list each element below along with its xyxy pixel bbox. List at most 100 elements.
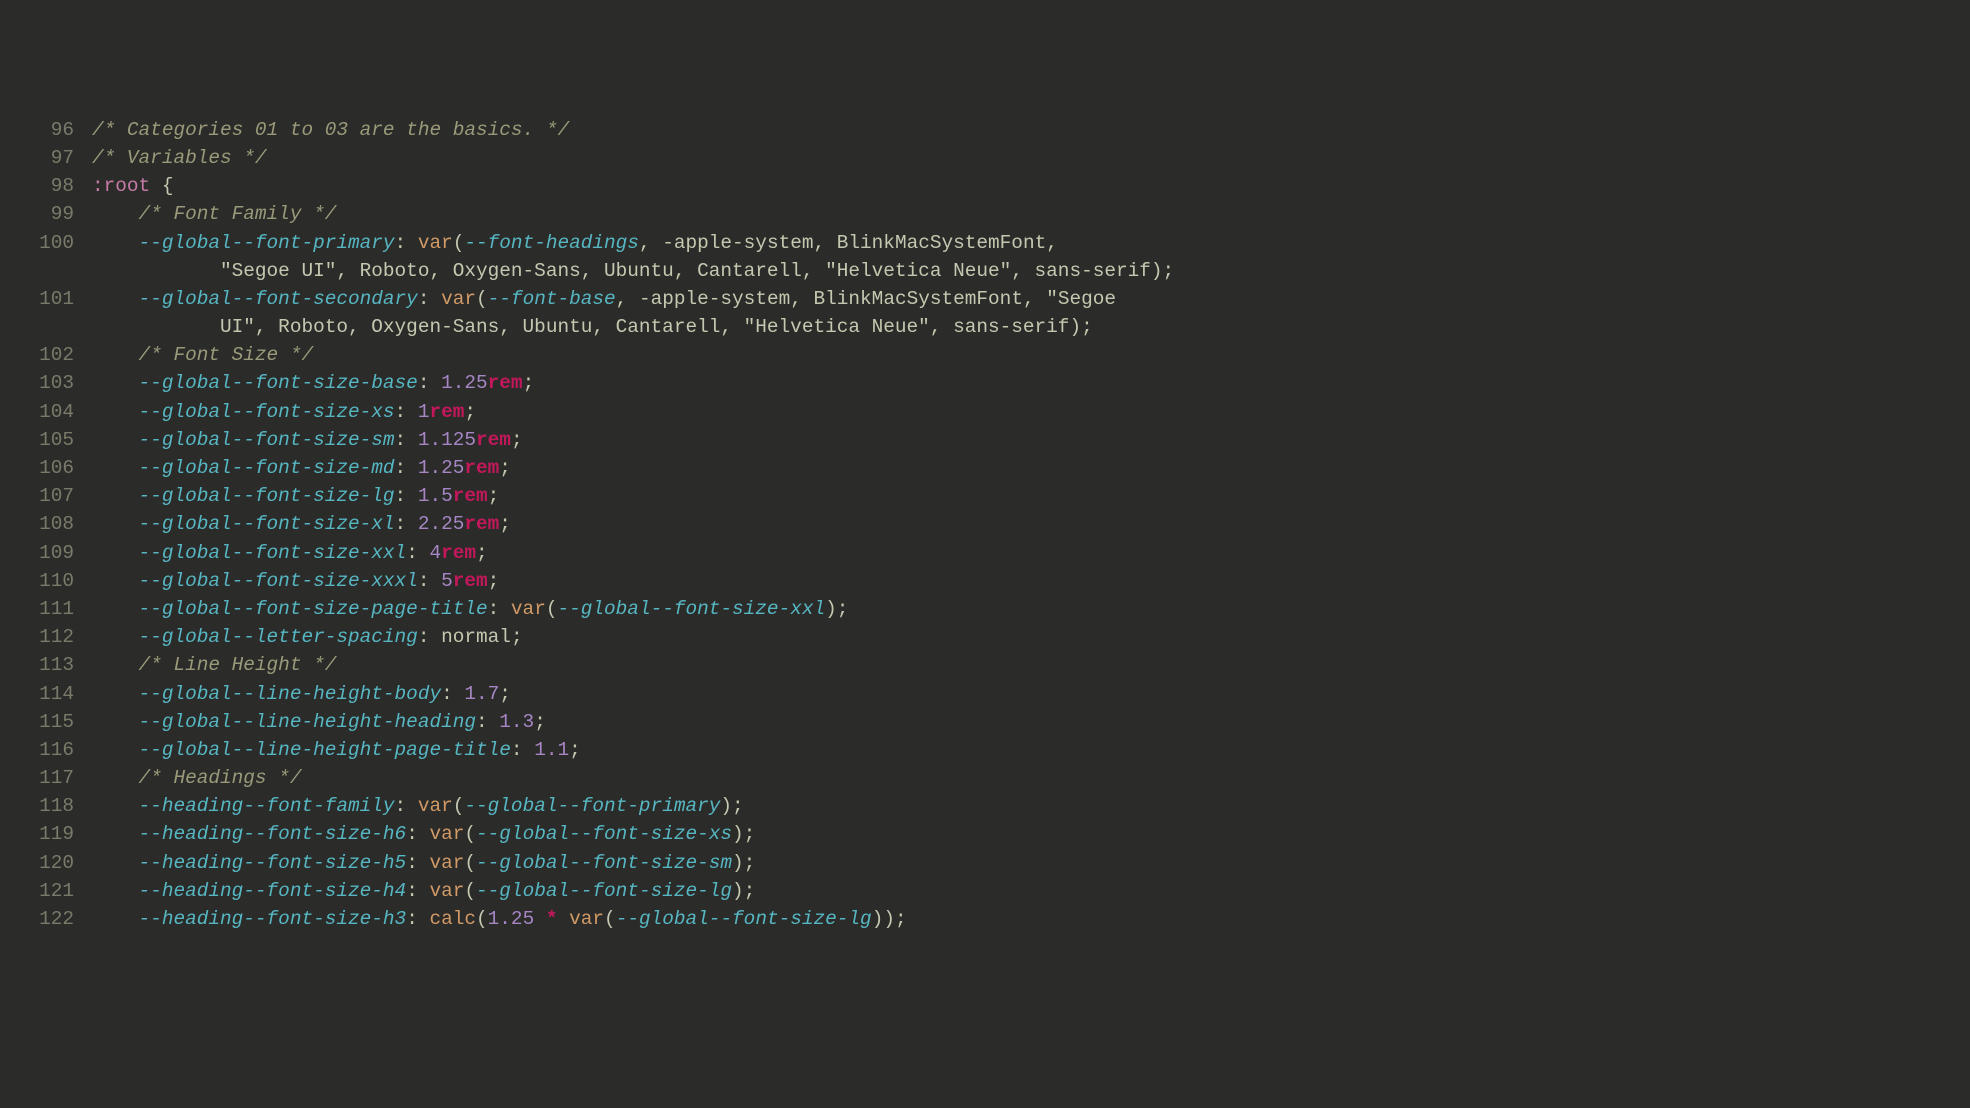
code-token: var	[429, 820, 464, 848]
code-line[interactable]: :root {	[92, 172, 1970, 200]
line-number: 109	[0, 539, 74, 567]
code-token: rem	[464, 510, 499, 538]
code-line[interactable]: --global--letter-spacing: normal;	[92, 623, 1970, 651]
line-number: 100	[0, 229, 74, 257]
code-line[interactable]: --global--font-size-xl: 2.25rem;	[92, 510, 1970, 538]
code-token: :	[395, 454, 418, 482]
code-token: (	[464, 820, 476, 848]
code-token: );	[1151, 257, 1174, 285]
code-token: (	[546, 595, 558, 623]
code-token: --global--font-size-xs	[476, 820, 732, 848]
code-token: :	[476, 708, 499, 736]
code-token: (	[464, 877, 476, 905]
code-token: :root	[92, 172, 150, 200]
code-token: );	[732, 849, 755, 877]
code-token: (	[604, 905, 616, 933]
line-number: 105	[0, 426, 74, 454]
code-token: );	[732, 820, 755, 848]
code-token: -apple-system, BlinkMacSystemFont, "Sego…	[639, 285, 1116, 313]
code-line[interactable]: /* Line Height */	[92, 651, 1970, 679]
code-editor[interactable]: 96979899100.101.102103104105106107108109…	[0, 113, 1970, 1108]
code-token: (	[476, 905, 488, 933]
line-number: 102	[0, 341, 74, 369]
code-token: :	[395, 426, 418, 454]
code-token: var	[441, 285, 476, 313]
code-line[interactable]: --heading--font-family: var(--global--fo…	[92, 792, 1970, 820]
code-line[interactable]: --global--font-size-xs: 1rem;	[92, 398, 1970, 426]
code-line[interactable]: --global--line-height-heading: 1.3;	[92, 708, 1970, 736]
line-number: 111	[0, 595, 74, 623]
code-line[interactable]: /* Variables */	[92, 144, 1970, 172]
code-line[interactable]: --global--font-size-sm: 1.125rem;	[92, 426, 1970, 454]
code-token: 4	[429, 539, 441, 567]
code-line[interactable]: --heading--font-size-h5: var(--global--f…	[92, 849, 1970, 877]
code-token: var	[418, 229, 453, 257]
code-line[interactable]: --global--line-height-page-title: 1.1;	[92, 736, 1970, 764]
code-line[interactable]: "Segoe UI", Roboto, Oxygen-Sans, Ubuntu,…	[92, 257, 1970, 285]
line-number: 112	[0, 623, 74, 651]
code-line[interactable]: /* Headings */	[92, 764, 1970, 792]
code-line[interactable]: --heading--font-size-h6: var(--global--f…	[92, 820, 1970, 848]
code-line[interactable]: /* Font Family */	[92, 200, 1970, 228]
line-number: 117	[0, 764, 74, 792]
code-line[interactable]: --global--font-secondary: var(--font-bas…	[92, 285, 1970, 313]
line-number: 122	[0, 905, 74, 933]
code-area[interactable]: /* Categories 01 to 03 are the basics. *…	[92, 113, 1970, 1108]
code-token: var	[429, 877, 464, 905]
line-number: 121	[0, 877, 74, 905]
code-line[interactable]: --global--font-size-xxl: 4rem;	[92, 539, 1970, 567]
code-token: --global--font-size-lg	[476, 877, 732, 905]
code-line[interactable]: --global--font-size-page-title: var(--gl…	[92, 595, 1970, 623]
code-token: --global--font-size-xs	[139, 398, 395, 426]
code-token: :	[395, 482, 418, 510]
code-token: --global--line-height-heading	[139, 708, 476, 736]
code-token: ;	[499, 454, 511, 482]
code-token: /* Variables */	[92, 144, 267, 172]
code-line[interactable]: --global--font-primary: var(--font-headi…	[92, 229, 1970, 257]
code-line[interactable]: --global--font-size-xxxl: 5rem;	[92, 567, 1970, 595]
code-line[interactable]: --global--line-height-body: 1.7;	[92, 680, 1970, 708]
code-line[interactable]: UI", Roboto, Oxygen-Sans, Ubuntu, Cantar…	[92, 313, 1970, 341]
code-line[interactable]: --global--font-size-base: 1.25rem;	[92, 369, 1970, 397]
code-token: --heading--font-size-h4	[139, 877, 407, 905]
code-token: --global--font-size-xxxl	[139, 567, 418, 595]
code-line[interactable]: --heading--font-size-h3: calc(1.25 * var…	[92, 905, 1970, 933]
code-line[interactable]: --global--font-size-md: 1.25rem;	[92, 454, 1970, 482]
code-token: :	[418, 285, 441, 313]
code-token: );	[1069, 313, 1092, 341]
line-number: 96	[0, 116, 74, 144]
code-token: );	[825, 595, 848, 623]
code-line[interactable]: --heading--font-size-h4: var(--global--f…	[92, 877, 1970, 905]
code-token: :	[406, 820, 429, 848]
code-token: --global--font-size-lg	[616, 905, 872, 933]
code-token: normal	[441, 623, 511, 651]
code-token: ;	[511, 426, 523, 454]
line-number: 101	[0, 285, 74, 313]
line-number: 107	[0, 482, 74, 510]
line-number: 120	[0, 849, 74, 877]
code-token: --heading--font-size-h6	[139, 820, 407, 848]
code-token: :	[395, 229, 418, 257]
code-token: :	[406, 877, 429, 905]
code-token: 1.25	[488, 905, 535, 933]
code-token: rem	[429, 398, 464, 426]
code-token: --global--font-size-xxl	[557, 595, 825, 623]
line-number: 108	[0, 510, 74, 538]
code-line[interactable]: /* Categories 01 to 03 are the basics. *…	[92, 116, 1970, 144]
code-token: ;	[511, 623, 523, 651]
code-token: --heading--font-size-h3	[139, 905, 407, 933]
code-token: ;	[476, 539, 488, 567]
code-token: 1.3	[499, 708, 534, 736]
code-token: :	[406, 849, 429, 877]
code-token: var	[429, 849, 464, 877]
code-line[interactable]: --global--font-size-lg: 1.5rem;	[92, 482, 1970, 510]
code-token: var	[418, 792, 453, 820]
code-token: (	[464, 849, 476, 877]
code-token: rem	[453, 482, 488, 510]
code-line[interactable]: /* Font Size */	[92, 341, 1970, 369]
code-token: --global--font-size-lg	[139, 482, 395, 510]
code-token: 1.25	[441, 369, 488, 397]
code-token: 1.7	[464, 680, 499, 708]
line-number: 115	[0, 708, 74, 736]
line-number: 110	[0, 567, 74, 595]
